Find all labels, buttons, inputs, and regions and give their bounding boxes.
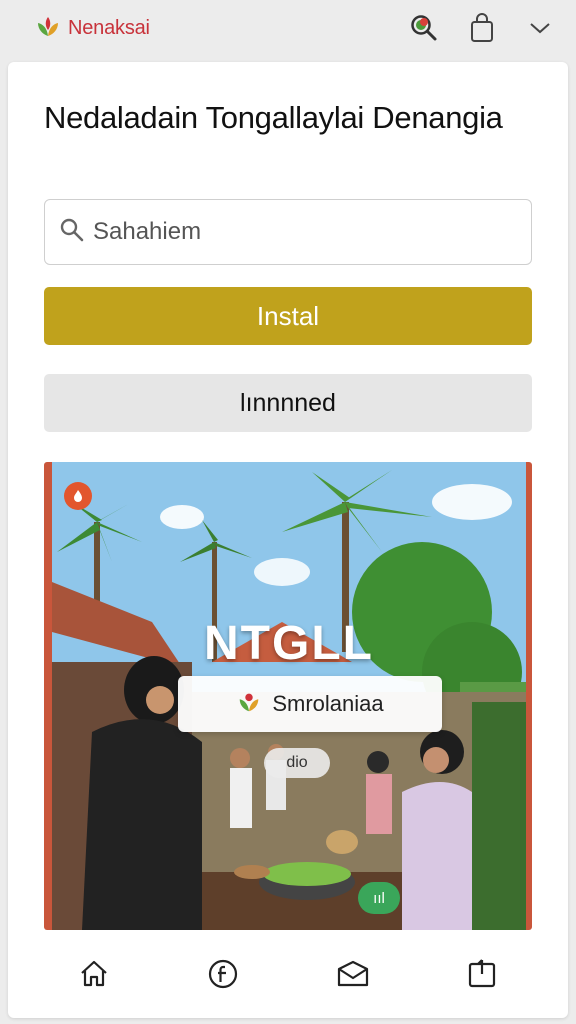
mail-icon[interactable]	[333, 954, 373, 994]
search-input[interactable]	[93, 218, 513, 246]
flame-icon	[64, 482, 92, 510]
share-icon[interactable]	[462, 954, 502, 994]
facebook-icon[interactable]	[203, 954, 243, 994]
shopping-bag-icon[interactable]	[466, 12, 498, 44]
brand[interactable]: Nenaksai	[34, 14, 150, 42]
search-icon	[59, 217, 85, 248]
hero-chip[interactable]: Smrolaniaa	[178, 676, 442, 732]
search-app-icon[interactable]	[408, 12, 440, 44]
leaf-flower-icon	[34, 14, 62, 42]
home-icon[interactable]	[74, 954, 114, 994]
hero-chip-label: Smrolaniaa	[272, 691, 384, 716]
secondary-button[interactable]: lınnnned	[44, 374, 532, 432]
hero-heading: NTGLL	[204, 617, 374, 670]
app-name: Nenaksai	[68, 16, 150, 39]
hero-green-badge[interactable]: ııl	[358, 882, 400, 914]
install-button[interactable]: Instal	[44, 287, 532, 345]
hero-pill[interactable]: dio	[264, 748, 330, 778]
chevron-down-icon[interactable]	[524, 12, 556, 44]
top-bar: Nenaksai	[0, 0, 576, 56]
hero-image[interactable]: NTGLL Smrolaniaa dio ııl	[44, 462, 532, 930]
leaf-flower-icon	[236, 689, 262, 720]
bottom-nav	[44, 946, 532, 1002]
search-box[interactable]	[44, 199, 532, 265]
main-card: Nedaladain Tongallaylai Denangia Instal …	[8, 62, 568, 1018]
page-title: Nedaladain Tongallaylai Denangia	[44, 100, 503, 135]
